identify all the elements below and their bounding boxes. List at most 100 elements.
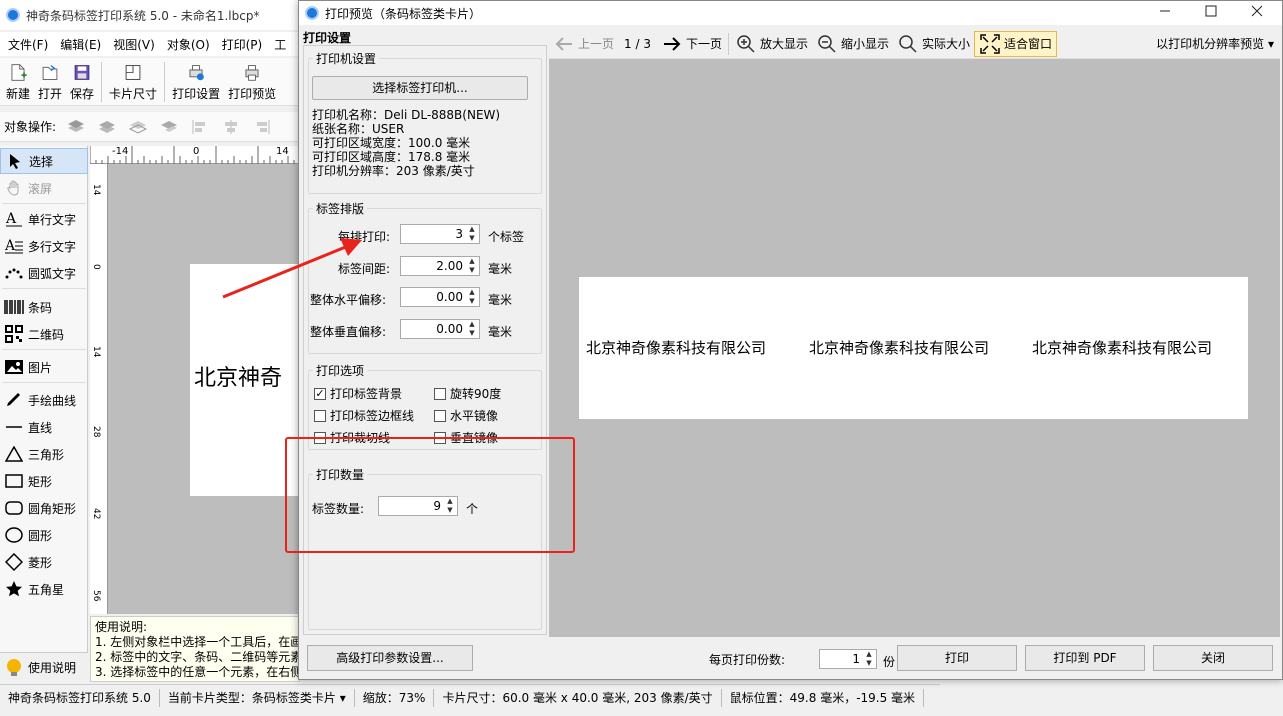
- card-size-button[interactable]: 卡片尺寸: [105, 58, 161, 104]
- stepper-arrows-icon[interactable]: ▲ ▼: [863, 651, 875, 667]
- tool-select[interactable]: 选择: [0, 148, 88, 174]
- prev-page-button[interactable]: 上一页: [549, 31, 618, 57]
- tool-rounded-rectangle[interactable]: 圆角矩形: [0, 495, 88, 521]
- copies-unit: 份: [883, 655, 896, 669]
- tool-line[interactable]: 直线: [0, 414, 88, 440]
- advanced-settings-button[interactable]: 高级打印参数设置...: [307, 645, 473, 671]
- help-button[interactable]: 使用说明: [0, 652, 88, 682]
- per-row-stepper[interactable]: 3 ▲ ▼: [400, 224, 480, 244]
- menu-object[interactable]: 对象(O): [161, 36, 216, 53]
- minimize-button[interactable]: [1155, 3, 1175, 23]
- print-preview-button[interactable]: 打印预览: [224, 58, 280, 104]
- send-backward-icon[interactable]: [128, 118, 148, 136]
- tool-qrcode[interactable]: 二维码: [0, 321, 88, 347]
- preview-area[interactable]: 北京神奇像素科技有限公司 北京神奇像素科技有限公司 北京神奇像素科技有限公司: [549, 59, 1280, 637]
- status-card-type[interactable]: 当前卡片类型：条码标签类卡片 ▾: [160, 688, 355, 707]
- v-offset-label: 整体垂直偏移:: [310, 325, 387, 339]
- rotate-90-checkbox[interactable]: 旋转90度: [434, 385, 501, 402]
- per-row-unit: 个标签: [488, 230, 525, 244]
- main-toolbar: 新建 打开 保存 卡片尺寸 打印设置 打印预览: [0, 58, 300, 106]
- label-gap-label: 标签间距:: [338, 262, 391, 276]
- triangle-icon: [4, 445, 24, 463]
- arrow-right-icon: [661, 33, 683, 55]
- ruler-vertical: 14 0 14 28 42 56: [90, 164, 108, 614]
- menu-print[interactable]: 打印(P): [216, 36, 269, 53]
- print-button[interactable]: 打印: [897, 645, 1017, 671]
- tool-star[interactable]: 五角星: [0, 576, 88, 602]
- h-offset-stepper[interactable]: 0.00 ▲ ▼: [400, 287, 480, 307]
- menu-tools[interactable]: 工: [268, 36, 292, 53]
- bring-forward-icon[interactable]: [97, 118, 117, 136]
- label-text-object[interactable]: 北京神奇: [194, 360, 282, 392]
- new-button[interactable]: 新建: [2, 58, 34, 104]
- maximize-button[interactable]: [1201, 3, 1221, 23]
- stepper-arrows-icon[interactable]: ▲ ▼: [466, 321, 478, 337]
- fit-window-button[interactable]: 适合窗口: [974, 30, 1058, 57]
- tool-freehand[interactable]: 手绘曲线: [0, 387, 88, 413]
- tool-scroll[interactable]: 滚屏: [0, 175, 88, 201]
- printer-name: 打印机名称：Deli DL-888B(NEW): [312, 108, 501, 122]
- print-to-pdf-button[interactable]: 打印到 PDF: [1025, 645, 1145, 671]
- menu-view[interactable]: 视图(V): [107, 36, 161, 53]
- status-app: 神奇条码标签打印系统 5.0: [0, 688, 160, 707]
- tool-barcode[interactable]: 条码: [0, 294, 88, 320]
- preview-resolution-dropdown[interactable]: 以打印机分辨率预览 ▾: [1156, 35, 1280, 52]
- copies-per-page-stepper[interactable]: 1 ▲ ▼: [819, 649, 877, 669]
- tool-single-line-text[interactable]: A 单行文字: [0, 206, 88, 232]
- arc-text-icon: [4, 264, 24, 282]
- ellipse-icon: [4, 526, 24, 544]
- tool-multi-line-text[interactable]: A 多行文字: [0, 233, 88, 259]
- paper-name: 纸张名称：USER: [312, 122, 405, 136]
- next-page-button[interactable]: 下一页: [657, 31, 726, 57]
- bring-front-icon[interactable]: [66, 118, 86, 136]
- label-layout-legend: 标签排版: [316, 202, 365, 216]
- close-icon: [1251, 5, 1263, 17]
- main-titlebar: 神奇条码标签打印系统 5.0 - 未命名1.lbcp*: [0, 0, 300, 30]
- stepper-arrows-icon[interactable]: ▲ ▼: [466, 258, 478, 274]
- tool-image[interactable]: 图片: [0, 354, 88, 380]
- menu-file[interactable]: 文件(F): [2, 36, 54, 53]
- select-printer-button[interactable]: 选择标签打印机...: [312, 76, 528, 100]
- stepper-arrows-icon[interactable]: ▲ ▼: [466, 226, 478, 242]
- tool-arc-text[interactable]: 圆弧文字: [0, 260, 88, 286]
- print-border-checkbox[interactable]: 打印标签边框线: [314, 407, 414, 424]
- align-left-icon[interactable]: [190, 118, 210, 136]
- ruler-left-label: 14: [91, 346, 101, 358]
- preview-label-text: 北京神奇像素科技有限公司: [809, 339, 990, 357]
- stepper-arrows-icon[interactable]: ▲ ▼: [466, 289, 478, 305]
- mirror-horizontal-checkbox[interactable]: 水平镜像: [434, 407, 498, 424]
- ruler-left-label: 56: [91, 590, 101, 602]
- printer-settings-legend: 打印机设置: [316, 52, 377, 66]
- label-paper[interactable]: 北京神奇: [190, 264, 300, 496]
- menu-edit[interactable]: 编辑(E): [54, 36, 107, 53]
- dialog-bottom-bar: 每页打印份数: 1 ▲ ▼ 份 打印 打印到 PDF 关闭: [549, 641, 1280, 677]
- send-back-icon[interactable]: [159, 118, 179, 136]
- actual-size-button[interactable]: 实际大小: [893, 31, 974, 57]
- align-right-icon[interactable]: [252, 118, 272, 136]
- ruler-top-label: -14: [112, 146, 129, 157]
- tool-rectangle[interactable]: 矩形: [0, 468, 88, 494]
- cursor-arrow-icon: [5, 152, 25, 170]
- minimize-icon: [1160, 10, 1170, 12]
- print-settings-button[interactable]: 打印设置: [168, 58, 224, 104]
- label-gap-stepper[interactable]: 2.00 ▲ ▼: [400, 256, 480, 276]
- ruler-left-label: 14: [91, 184, 101, 196]
- zoom-out-button[interactable]: 缩小显示: [812, 31, 893, 57]
- open-button[interactable]: 打开: [34, 58, 66, 104]
- star-icon: [4, 580, 24, 598]
- align-center-icon[interactable]: [221, 118, 241, 136]
- zoom-in-button[interactable]: 放大显示: [731, 31, 812, 57]
- svg-text:A: A: [5, 211, 17, 227]
- print-background-checkbox[interactable]: ✓ 打印标签背景: [314, 385, 402, 402]
- v-offset-stepper[interactable]: 0.00 ▲ ▼: [400, 319, 480, 339]
- tool-diamond[interactable]: 菱形: [0, 549, 88, 575]
- close-window-button[interactable]: [1247, 3, 1267, 23]
- help-line: 1. 左侧对象栏中选择一个工具后，在画: [95, 635, 300, 649]
- tool-triangle[interactable]: 三角形: [0, 441, 88, 467]
- main-window-title: 神奇条码标签打印系统 5.0 - 未命名1.lbcp*: [26, 8, 260, 23]
- save-button[interactable]: 保存: [66, 58, 98, 104]
- design-canvas[interactable]: 北京神奇: [108, 164, 300, 614]
- close-button[interactable]: 关闭: [1153, 645, 1273, 671]
- tool-circle[interactable]: 圆形: [0, 522, 88, 548]
- page-indicator: 1 / 3: [624, 36, 651, 51]
